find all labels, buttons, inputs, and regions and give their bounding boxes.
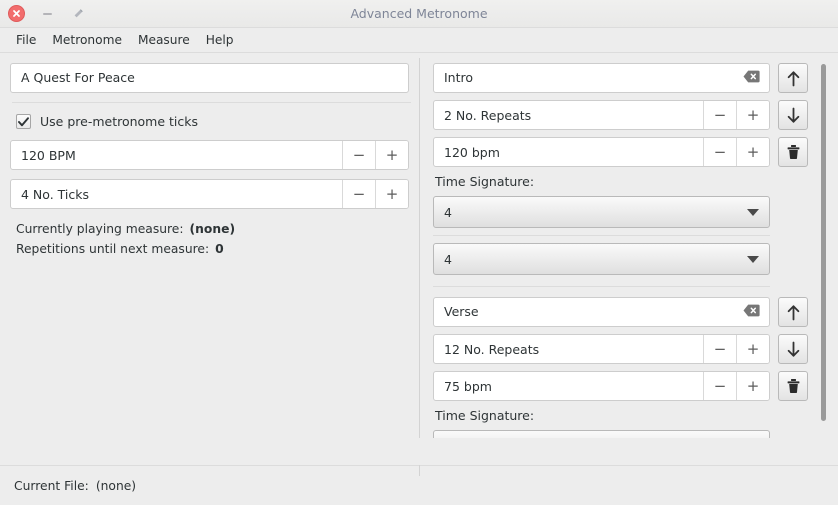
measure-repeats-value: 2 No. Repeats: [444, 107, 532, 123]
repetitions-status: Repetitions until next measure: 0: [10, 239, 409, 259]
delete-measure-button[interactable]: [778, 137, 808, 167]
ticks-value: 4 No. Ticks: [21, 186, 89, 202]
measure-repeats-row: 2 No. Repeats − +: [433, 100, 822, 130]
measure-name-input[interactable]: Intro: [433, 63, 770, 93]
left-panel: A Quest For Peace Use pre-metronome tick…: [0, 53, 419, 465]
measure-tempo-row: 120 bpm − +: [433, 137, 822, 167]
ticks-increment-button[interactable]: +: [375, 180, 408, 208]
pre-ticks-row[interactable]: Use pre-metronome ticks: [10, 111, 409, 132]
measure-repeats-spinner[interactable]: 2 No. Repeats − +: [433, 100, 770, 130]
minimize-icon: [43, 12, 52, 15]
bpm-spinner[interactable]: 120 BPM − +: [10, 140, 409, 170]
trash-icon: [787, 379, 799, 394]
current-measure-label: Currently playing measure:: [16, 222, 184, 236]
arrow-down-icon: [787, 107, 799, 123]
maximize-icon: [74, 9, 83, 18]
measure-tempo-value: 75 bpm: [444, 378, 492, 394]
checkmark-icon: [18, 116, 29, 126]
move-measure-up-button[interactable]: [778, 63, 808, 93]
ticks-spinner[interactable]: 4 No. Ticks − +: [10, 179, 409, 209]
measure-repeats-row: 12 No. Repeats − +: [433, 334, 822, 364]
clear-text-icon[interactable]: [743, 70, 760, 86]
current-measure-status: Currently playing measure: (none): [10, 219, 409, 239]
main-content: A Quest For Peace Use pre-metronome tick…: [0, 53, 838, 476]
title-bar: Advanced Metronome: [0, 0, 838, 28]
pre-ticks-checkbox[interactable]: [16, 114, 31, 129]
time-signature-beats-value: 4: [444, 204, 452, 220]
arrow-up-icon: [787, 70, 799, 86]
current-file-label: Current File:: [14, 478, 89, 493]
time-signature-note-select[interactable]: 4: [433, 243, 770, 275]
measure-block: Intro 2 No. Repeats − + 120 bpm − + Time…: [433, 63, 822, 287]
song-title-input[interactable]: A Quest For Peace: [10, 63, 409, 93]
content-clip-mask: [419, 438, 838, 465]
window-controls: [0, 5, 87, 22]
divider: [12, 102, 411, 103]
move-measure-up-button[interactable]: [778, 297, 808, 327]
time-signature-beats-select[interactable]: 4: [433, 196, 770, 228]
measure-name-value: Verse: [444, 303, 479, 319]
pre-ticks-label: Use pre-metronome ticks: [40, 114, 199, 129]
measure-tempo-spinner[interactable]: 120 bpm − +: [433, 137, 770, 167]
move-measure-down-button[interactable]: [778, 100, 808, 130]
current-measure-value: (none): [189, 222, 236, 236]
maximize-button[interactable]: [70, 5, 87, 22]
current-file-value: (none): [95, 478, 137, 493]
measure-tempo-decrement-button[interactable]: −: [703, 138, 736, 166]
menu-metronome[interactable]: Metronome: [44, 31, 130, 49]
window-title: Advanced Metronome: [350, 6, 488, 21]
menu-bar: File Metronome Measure Help: [0, 28, 838, 53]
right-panel: Intro 2 No. Repeats − + 120 bpm − + Time…: [419, 53, 838, 465]
measure-repeats-spinner[interactable]: 12 No. Repeats − +: [433, 334, 770, 364]
time-signature-note-value: 4: [444, 251, 452, 267]
menu-file[interactable]: File: [8, 31, 44, 49]
measure-name-row: Intro: [433, 63, 822, 93]
repetitions-value: 0: [215, 242, 224, 256]
measure-tempo-row: 75 bpm − +: [433, 371, 822, 401]
chevron-down-icon: [747, 208, 759, 216]
scrollbar-thumb[interactable]: [821, 64, 826, 421]
move-measure-down-button[interactable]: [778, 334, 808, 364]
menu-help[interactable]: Help: [198, 31, 242, 49]
application-window: Advanced Metronome File Metronome Measur…: [0, 0, 838, 505]
arrow-up-icon: [787, 304, 799, 320]
measure-repeats-increment-button[interactable]: +: [736, 101, 769, 129]
menu-measure[interactable]: Measure: [130, 31, 198, 49]
measure-repeats-decrement-button[interactable]: −: [703, 101, 736, 129]
measure-name-input[interactable]: Verse: [433, 297, 770, 327]
measure-tempo-decrement-button[interactable]: −: [703, 372, 736, 400]
measure-repeats-value: 12 No. Repeats: [444, 341, 540, 357]
trash-icon: [787, 145, 799, 160]
repetitions-label: Repetitions until next measure:: [16, 242, 210, 256]
measure-tempo-value: 120 bpm: [444, 144, 500, 160]
delete-measure-button[interactable]: [778, 371, 808, 401]
measure-name-row: Verse: [433, 297, 822, 327]
right-panel-scrollbar[interactable]: [821, 64, 826, 465]
minimize-button[interactable]: [39, 5, 56, 22]
divider: [433, 235, 770, 236]
song-title-value: A Quest For Peace: [21, 69, 135, 85]
measure-tempo-spinner[interactable]: 75 bpm − +: [433, 371, 770, 401]
close-button[interactable]: [8, 5, 25, 22]
time-signature-label: Time Signature:: [435, 408, 535, 423]
bpm-value: 120 BPM: [21, 147, 76, 163]
chevron-down-icon: [747, 255, 759, 263]
measure-tempo-increment-button[interactable]: +: [736, 138, 769, 166]
arrow-down-icon: [787, 341, 799, 357]
time-signature-label: Time Signature:: [435, 174, 535, 189]
measure-repeats-decrement-button[interactable]: −: [703, 335, 736, 363]
measure-name-value: Intro: [444, 69, 474, 85]
clear-text-icon[interactable]: [743, 304, 760, 320]
measure-divider: [433, 286, 770, 287]
close-icon: [13, 10, 20, 17]
bpm-decrement-button[interactable]: −: [342, 141, 375, 169]
bpm-increment-button[interactable]: +: [375, 141, 408, 169]
ticks-decrement-button[interactable]: −: [342, 180, 375, 208]
measure-tempo-increment-button[interactable]: +: [736, 372, 769, 400]
measure-repeats-increment-button[interactable]: +: [736, 335, 769, 363]
